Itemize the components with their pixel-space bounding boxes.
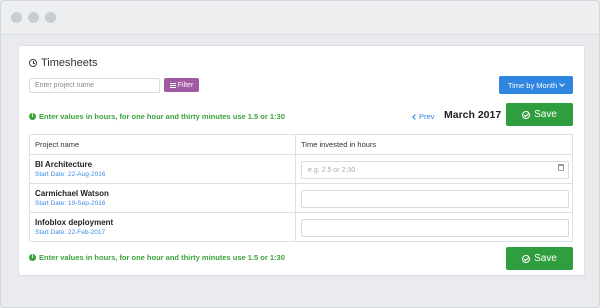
- table-row: BI Architecture Start Date: 22-Aug-2016: [29, 154, 573, 184]
- project-cell: BI Architecture Start Date: 22-Aug-2016: [29, 154, 296, 184]
- hours-cell: [295, 183, 573, 213]
- table-row: Infoblox deployment Start Date: 22-Feb-2…: [29, 212, 573, 242]
- hours-input[interactable]: [301, 190, 569, 209]
- project-name: Carmichael Watson: [35, 189, 109, 198]
- project-search-input[interactable]: [29, 78, 160, 93]
- filter-button-label: Filter: [177, 81, 194, 89]
- timesheet-table: Project name Time invested in hours BI A…: [29, 134, 573, 242]
- info-text-bottom: Enter values in hours, for one hour and …: [39, 253, 285, 262]
- prev-month-link[interactable]: Prev: [412, 112, 435, 121]
- hours-input[interactable]: [301, 161, 569, 180]
- time-by-month-dropdown[interactable]: Time by Month: [499, 76, 573, 94]
- check-circle-icon: [522, 110, 531, 119]
- table-row: Carmichael Watson Start Date: 19-Sep-201…: [29, 183, 573, 213]
- info-icon: i: [29, 113, 36, 120]
- info-message-top: i Enter values in hours, for one hour an…: [29, 112, 285, 121]
- chevron-left-icon: [412, 113, 418, 120]
- window-titlebar: [1, 1, 599, 35]
- card-title-text: Timesheets: [41, 57, 98, 69]
- column-header-project: Project name: [29, 134, 296, 155]
- info-text-top: Enter values in hours, for one hour and …: [39, 112, 285, 121]
- save-label-bottom: Save: [534, 253, 557, 264]
- hours-cell: [295, 154, 573, 184]
- save-button-bottom[interactable]: Save: [506, 247, 573, 270]
- info-message-bottom: i Enter values in hours, for one hour an…: [29, 253, 285, 262]
- project-cell: Carmichael Watson Start Date: 19-Sep-201…: [29, 183, 296, 213]
- check-circle-icon: [522, 254, 531, 263]
- hours-input[interactable]: [301, 219, 569, 238]
- table-header-row: Project name Time invested in hours: [29, 134, 573, 155]
- timesheets-card: Timesheets Filter Time by Month i Enter …: [18, 45, 585, 276]
- info-icon: i: [29, 254, 36, 261]
- project-name: Infoblox deployment: [35, 218, 114, 227]
- filter-button[interactable]: Filter: [164, 78, 199, 92]
- project-start-date: Start Date: 22-Aug-2016: [35, 171, 106, 178]
- hours-cell: [295, 212, 573, 242]
- save-button-top[interactable]: Save: [506, 103, 573, 126]
- window-control-close[interactable]: [11, 12, 22, 23]
- project-name: BI Architecture: [35, 160, 93, 169]
- trash-icon[interactable]: [558, 163, 564, 171]
- filter-icon: [169, 82, 176, 88]
- save-label-top: Save: [534, 109, 557, 120]
- app-window: Timesheets Filter Time by Month i Enter …: [0, 0, 600, 308]
- time-by-month-label: Time by Month: [507, 80, 558, 90]
- column-header-hours: Time invested in hours: [295, 134, 573, 155]
- current-month-label: March 2017: [444, 109, 502, 121]
- clock-icon: [29, 59, 37, 67]
- chevron-down-icon: [559, 81, 565, 87]
- hours-input-wrap: [301, 159, 569, 180]
- card-title: Timesheets: [29, 57, 97, 69]
- project-start-date: Start Date: 19-Sep-2016: [35, 200, 106, 207]
- window-control-minimize[interactable]: [28, 12, 39, 23]
- project-cell: Infoblox deployment Start Date: 22-Feb-2…: [29, 212, 296, 242]
- prev-label: Prev: [419, 112, 435, 121]
- project-start-date: Start Date: 22-Feb-2017: [35, 229, 106, 236]
- window-control-maximize[interactable]: [45, 12, 56, 23]
